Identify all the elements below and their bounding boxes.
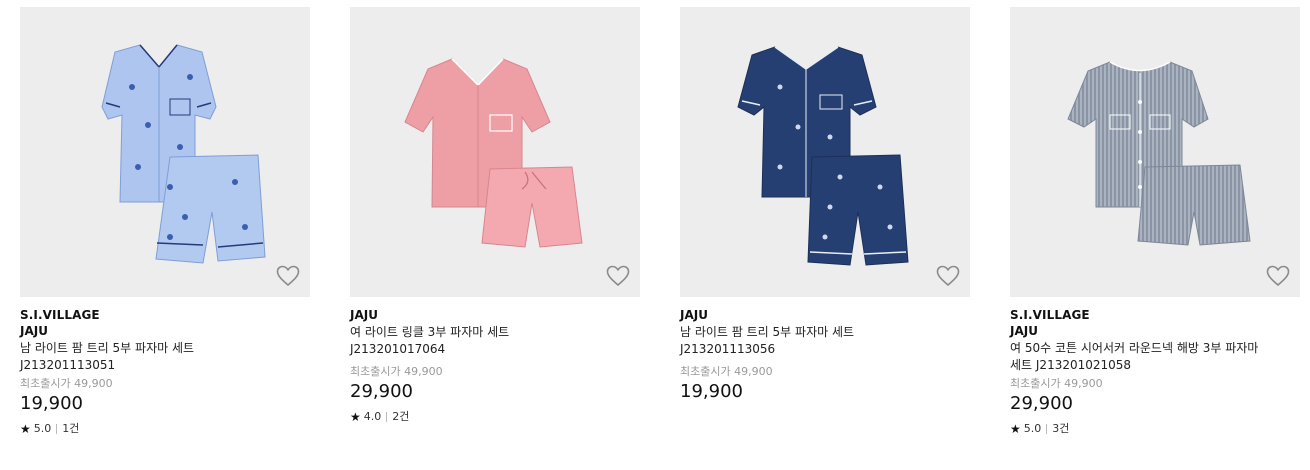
star-icon: ★: [1010, 422, 1021, 436]
divider: [386, 412, 388, 422]
star-icon: ★: [20, 422, 31, 436]
review-count: 2건: [392, 410, 410, 423]
star-icon: ★: [350, 410, 361, 424]
sale-price: 29,900: [1010, 393, 1073, 414]
product-grid: S.I.VILLAGE JAJU 남 라이트 팜 트리 5부 파자마 세트 J2…: [0, 0, 1310, 470]
sale-price: 29,900: [350, 381, 413, 402]
rating-row: ★ 5.0 3건: [1010, 420, 1300, 438]
pajama-illustration: [101, 44, 266, 264]
brand-name[interactable]: JAJU: [680, 307, 970, 324]
product-name[interactable]: 남 라이트 팜 트리 5부 파자마 세트: [680, 324, 970, 341]
product-code[interactable]: J213201113056: [680, 341, 970, 358]
rating-row: ★ 4.0 2건: [350, 408, 640, 426]
mall-label: S.I.VILLAGE: [20, 308, 100, 322]
product-image[interactable]: [680, 7, 970, 297]
original-price: 최초출시가 49,900: [20, 377, 113, 390]
rating-value: 5.0: [1023, 422, 1042, 435]
brand-name[interactable]: JAJU: [350, 307, 640, 324]
original-price: 최초출시가 49,900: [1010, 377, 1103, 390]
brand-name[interactable]: JAJU: [20, 323, 310, 340]
sale-price: 19,900: [20, 393, 83, 414]
divider: [56, 424, 58, 434]
brand-name[interactable]: JAJU: [1010, 323, 1300, 340]
heart-outline-icon[interactable]: [606, 265, 630, 287]
mall-label: S.I.VILLAGE: [1010, 308, 1090, 322]
pajama-illustration: [737, 46, 909, 266]
product-image[interactable]: [350, 7, 640, 297]
rating-row: ★ 5.0 1건: [20, 420, 310, 438]
product-name[interactable]: 남 라이트 팜 트리 5부 파자마 세트: [20, 340, 310, 357]
pajama-illustration: [1067, 61, 1251, 246]
product-image[interactable]: [1010, 7, 1300, 297]
product-name[interactable]: 여 50수 코튼 시어서커 라운드넥 해방 3부 파자마 세트 J2132010…: [1010, 340, 1270, 374]
product-code[interactable]: J213201017064: [350, 341, 640, 358]
product-card[interactable]: JAJU 남 라이트 팜 트리 5부 파자마 세트 J213201113056 …: [680, 7, 970, 404]
product-card[interactable]: JAJU 여 라이트 링클 3부 파자마 세트 J213201017064 최초…: [350, 7, 640, 426]
product-code[interactable]: J213201113051: [20, 357, 310, 374]
review-count: 1건: [62, 422, 80, 435]
product-image[interactable]: [20, 7, 310, 297]
rating-value: 4.0: [363, 410, 382, 423]
divider: [1046, 424, 1048, 434]
sale-price: 19,900: [680, 381, 743, 402]
product-name[interactable]: 여 라이트 링클 3부 파자마 세트: [350, 324, 640, 341]
rating-value: 5.0: [33, 422, 52, 435]
product-card[interactable]: S.I.VILLAGE JAJU 남 라이트 팜 트리 5부 파자마 세트 J2…: [20, 7, 310, 438]
original-price: 최초출시가 49,900: [680, 365, 773, 378]
pajama-illustration: [404, 58, 583, 248]
product-card[interactable]: S.I.VILLAGE JAJU 여 50수 코튼 시어서커 라운드넥 해방 3…: [1010, 7, 1300, 438]
heart-outline-icon[interactable]: [276, 265, 300, 287]
original-price: 최초출시가 49,900: [350, 365, 443, 378]
review-count: 3건: [1052, 422, 1070, 435]
heart-outline-icon[interactable]: [1266, 265, 1290, 287]
heart-outline-icon[interactable]: [936, 265, 960, 287]
